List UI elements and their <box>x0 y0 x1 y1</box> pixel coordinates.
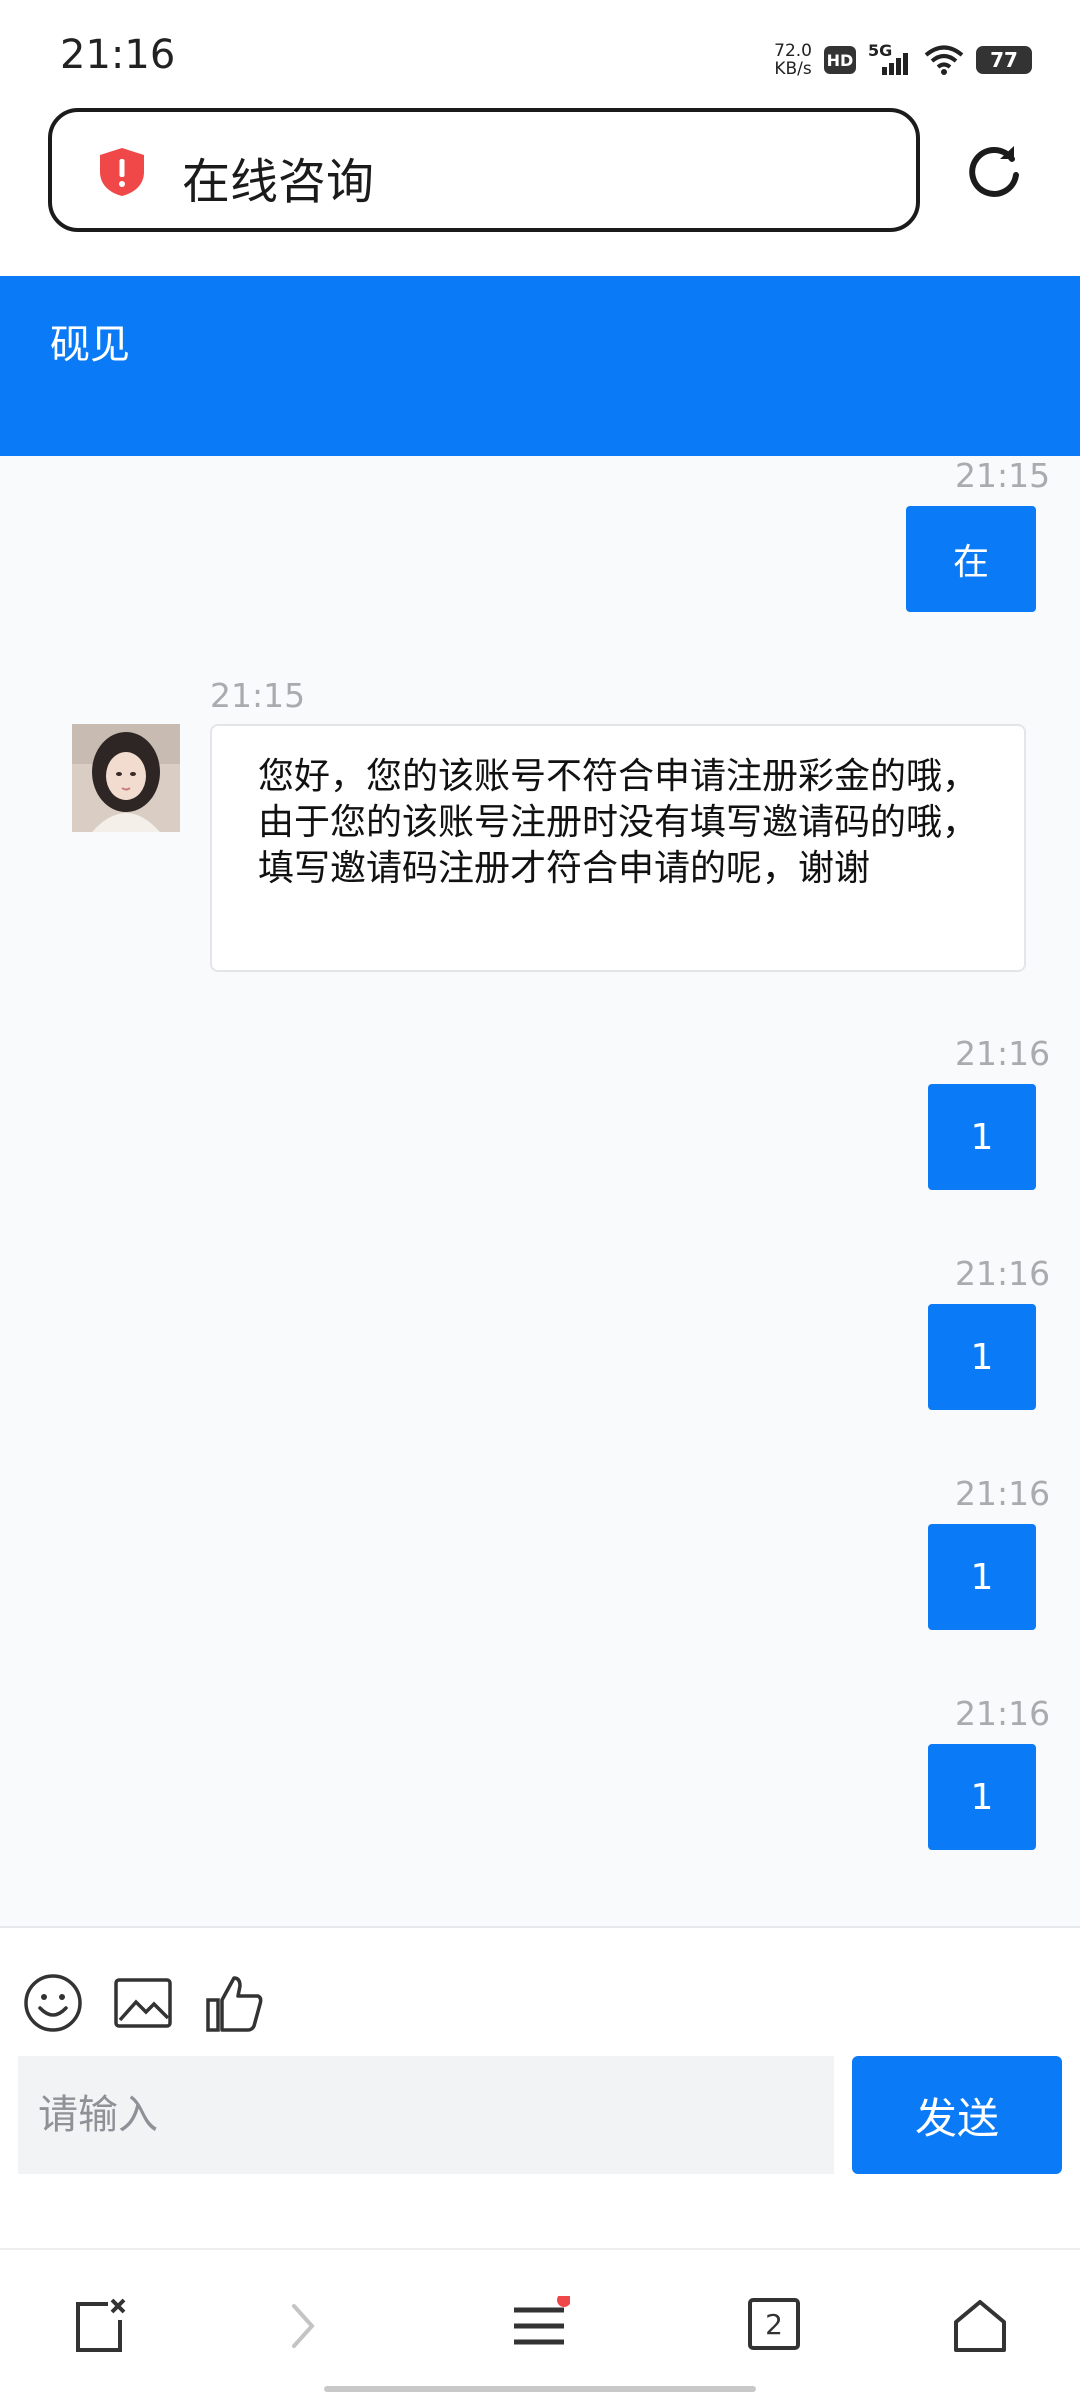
outgoing-message[interactable]: 1 <box>928 1744 1036 1850</box>
forward-icon[interactable] <box>274 2296 334 2356</box>
message-list[interactable]: 21:15 在 21:15 您好，您的该账号不符合申请注册彩金的哦，由于您的该账… <box>0 456 1080 1926</box>
browser-bottom-nav: 2 <box>0 2248 1080 2402</box>
network-speed: 72.0 KB/s <box>774 41 812 79</box>
message-time: 21:15 <box>955 456 1051 495</box>
outgoing-message[interactable]: 1 <box>928 1304 1036 1410</box>
agent-avatar <box>72 724 180 832</box>
status-bar: 21:16 72.0 KB/s HD 5G 77 <box>0 0 1080 100</box>
home-icon[interactable] <box>950 2296 1010 2356</box>
wifi-icon <box>924 45 964 75</box>
tabs-button[interactable]: 2 <box>748 2298 800 2350</box>
address-bar[interactable]: 在线咨询 <box>48 108 920 232</box>
home-indicator[interactable] <box>324 2386 756 2392</box>
composer: 发送 <box>0 1926 1080 2250</box>
outgoing-message[interactable]: 在 <box>906 506 1036 612</box>
menu-icon[interactable] <box>510 2296 570 2356</box>
close-page-icon[interactable] <box>72 2296 132 2356</box>
cellular-signal-icon: 5G <box>868 41 912 77</box>
address-text[interactable]: 在线咨询 <box>182 142 374 212</box>
battery-icon: 77 <box>976 46 1032 74</box>
message-time: 21:15 <box>210 676 306 715</box>
reload-icon[interactable] <box>966 142 1024 200</box>
status-indicators: 72.0 KB/s HD 5G 77 <box>774 38 1032 82</box>
image-icon[interactable] <box>112 1972 174 2034</box>
outgoing-message[interactable]: 1 <box>928 1524 1036 1630</box>
status-time: 21:16 <box>60 32 176 78</box>
message-time: 21:16 <box>955 1254 1051 1293</box>
outgoing-message[interactable]: 1 <box>928 1084 1036 1190</box>
thumbs-up-icon[interactable] <box>204 1972 266 2034</box>
message-time: 21:16 <box>955 1474 1051 1513</box>
send-button[interactable]: 发送 <box>852 2056 1062 2174</box>
hd-icon: HD <box>824 46 856 74</box>
chat-header: 砚见 <box>0 276 1080 456</box>
shield-alert-icon[interactable] <box>96 146 148 198</box>
message-input[interactable] <box>18 2056 834 2174</box>
message-time: 21:16 <box>955 1694 1051 1733</box>
message-time: 21:16 <box>955 1034 1051 1073</box>
incoming-message[interactable]: 您好，您的该账号不符合申请注册彩金的哦，由于您的该账号注册时没有填写邀请码的哦，… <box>210 724 1026 972</box>
emoji-icon[interactable] <box>22 1972 84 2034</box>
chat-header-title: 砚见 <box>50 322 130 368</box>
